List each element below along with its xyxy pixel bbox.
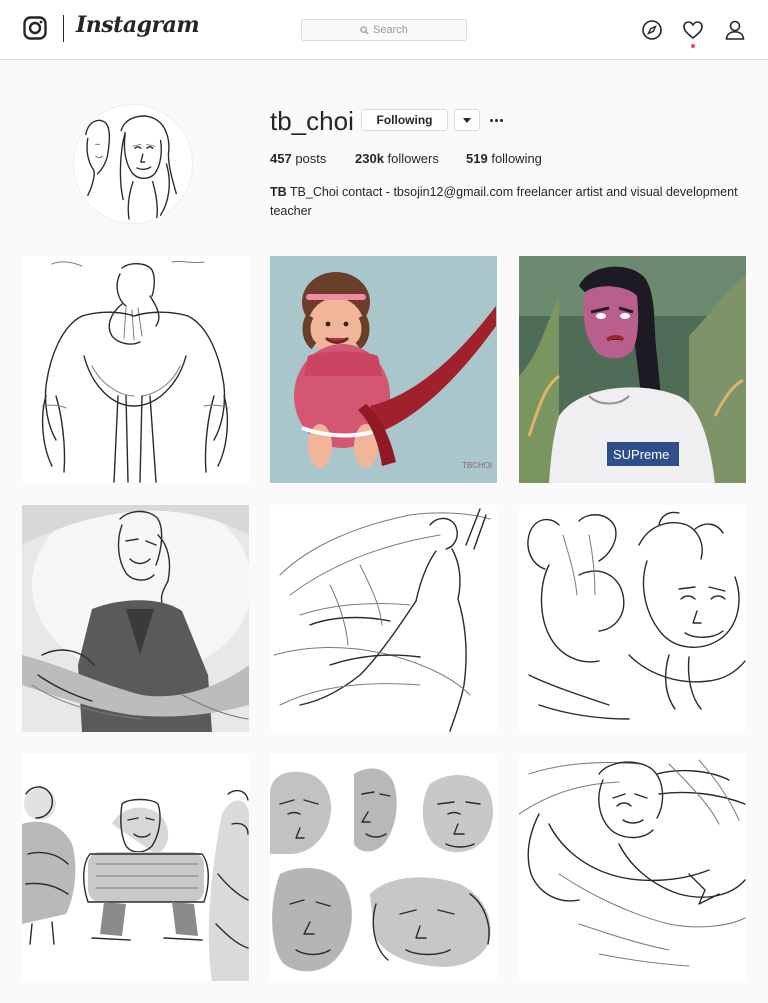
brand-wordmark[interactable]: Instagram (76, 12, 200, 38)
post-image (519, 754, 746, 981)
instagram-logo-icon[interactable] (23, 16, 47, 40)
shirt-text: SUPreme (613, 447, 669, 462)
profile-icon[interactable] (724, 19, 746, 41)
artist-signature: TBCHOI (462, 461, 492, 470)
notification-dot (691, 44, 695, 48)
following-label: following (491, 151, 542, 166)
following-button[interactable]: Following (361, 109, 448, 131)
posts-count: 457 (270, 151, 292, 166)
followers-label: followers (387, 151, 439, 166)
ellipsis-icon (489, 118, 493, 122)
post-thumbnail[interactable] (270, 505, 497, 732)
bio-name: TB (270, 185, 287, 199)
bio-text: TB_Choi contact - tbsojin12@gmail.com fr… (270, 185, 738, 218)
post-image (22, 505, 249, 732)
post-thumbnail[interactable]: SUPreme (519, 256, 746, 483)
post-thumbnail[interactable] (22, 256, 249, 483)
profile-avatar[interactable] (73, 104, 193, 224)
post-thumbnail[interactable]: TBCHOI (270, 256, 497, 483)
search-placeholder: Search (373, 24, 408, 36)
profile-username: tb_choi (270, 106, 354, 136)
post-thumbnail[interactable] (22, 754, 249, 981)
post-image: SUPreme (519, 256, 746, 483)
post-image (22, 754, 249, 981)
top-navigation-bar: Instagram Search (0, 0, 768, 60)
post-image (519, 505, 746, 732)
compass-icon[interactable] (641, 19, 663, 41)
search-input[interactable]: Search (301, 19, 467, 41)
posts-label: posts (295, 151, 327, 166)
following-count: 519 (466, 151, 488, 166)
post-thumbnail[interactable] (519, 505, 746, 732)
profile-bio: TB TB_Choi contact - tbsojin12@gmail.com… (270, 183, 740, 221)
heart-icon[interactable] (682, 19, 704, 41)
followers-count: 230k (355, 151, 384, 166)
chevron-down-icon (463, 117, 471, 123)
following-stat[interactable]: 519 following (466, 151, 542, 166)
suggestions-dropdown-button[interactable] (454, 109, 480, 131)
post-thumbnail[interactable] (519, 754, 746, 981)
post-thumbnail[interactable] (22, 505, 249, 732)
more-options-button[interactable] (487, 109, 505, 131)
posts-stat: 457 posts (270, 151, 326, 166)
post-thumbnail[interactable] (270, 754, 497, 981)
logo-divider (63, 15, 64, 42)
search-icon (360, 25, 369, 35)
avatar-sketch (85, 115, 177, 220)
post-image (270, 754, 497, 981)
post-image (270, 505, 497, 732)
followers-stat[interactable]: 230k followers (355, 151, 439, 166)
post-image: TBCHOI (270, 256, 497, 483)
post-image (22, 256, 249, 483)
